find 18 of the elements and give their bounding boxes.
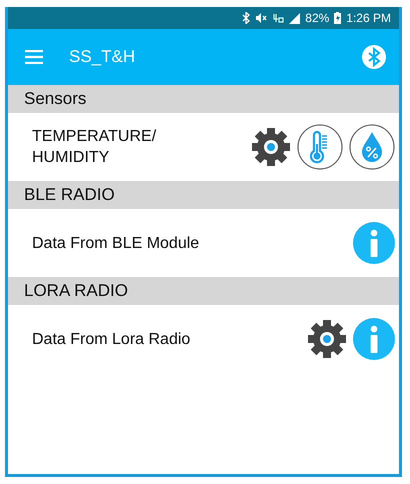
- bluetooth-icon: [242, 12, 250, 24]
- signal-icon: [289, 12, 300, 24]
- thermometer-icon[interactable]: [297, 124, 343, 170]
- network-icon: [272, 12, 284, 24]
- water-drop-icon[interactable]: [349, 124, 395, 170]
- section-header: BLE RADIO: [8, 181, 399, 209]
- clock: 1:26 PM: [346, 11, 391, 25]
- item-label: Data From Lora Radio: [32, 330, 192, 350]
- item-label: TEMPERATURE/ HUMIDITY: [32, 127, 158, 168]
- mute-icon: [255, 12, 268, 24]
- item-label: Data From BLE Module: [32, 234, 200, 254]
- section-header: LORA RADIO: [8, 277, 399, 305]
- settings-icon[interactable]: [251, 127, 291, 167]
- battery-icon: [334, 12, 342, 24]
- section-header: Sensors: [8, 85, 399, 113]
- app-title: SS_T&H: [69, 47, 136, 67]
- battery-percent: 82%: [305, 11, 330, 25]
- settings-icon[interactable]: [307, 319, 347, 359]
